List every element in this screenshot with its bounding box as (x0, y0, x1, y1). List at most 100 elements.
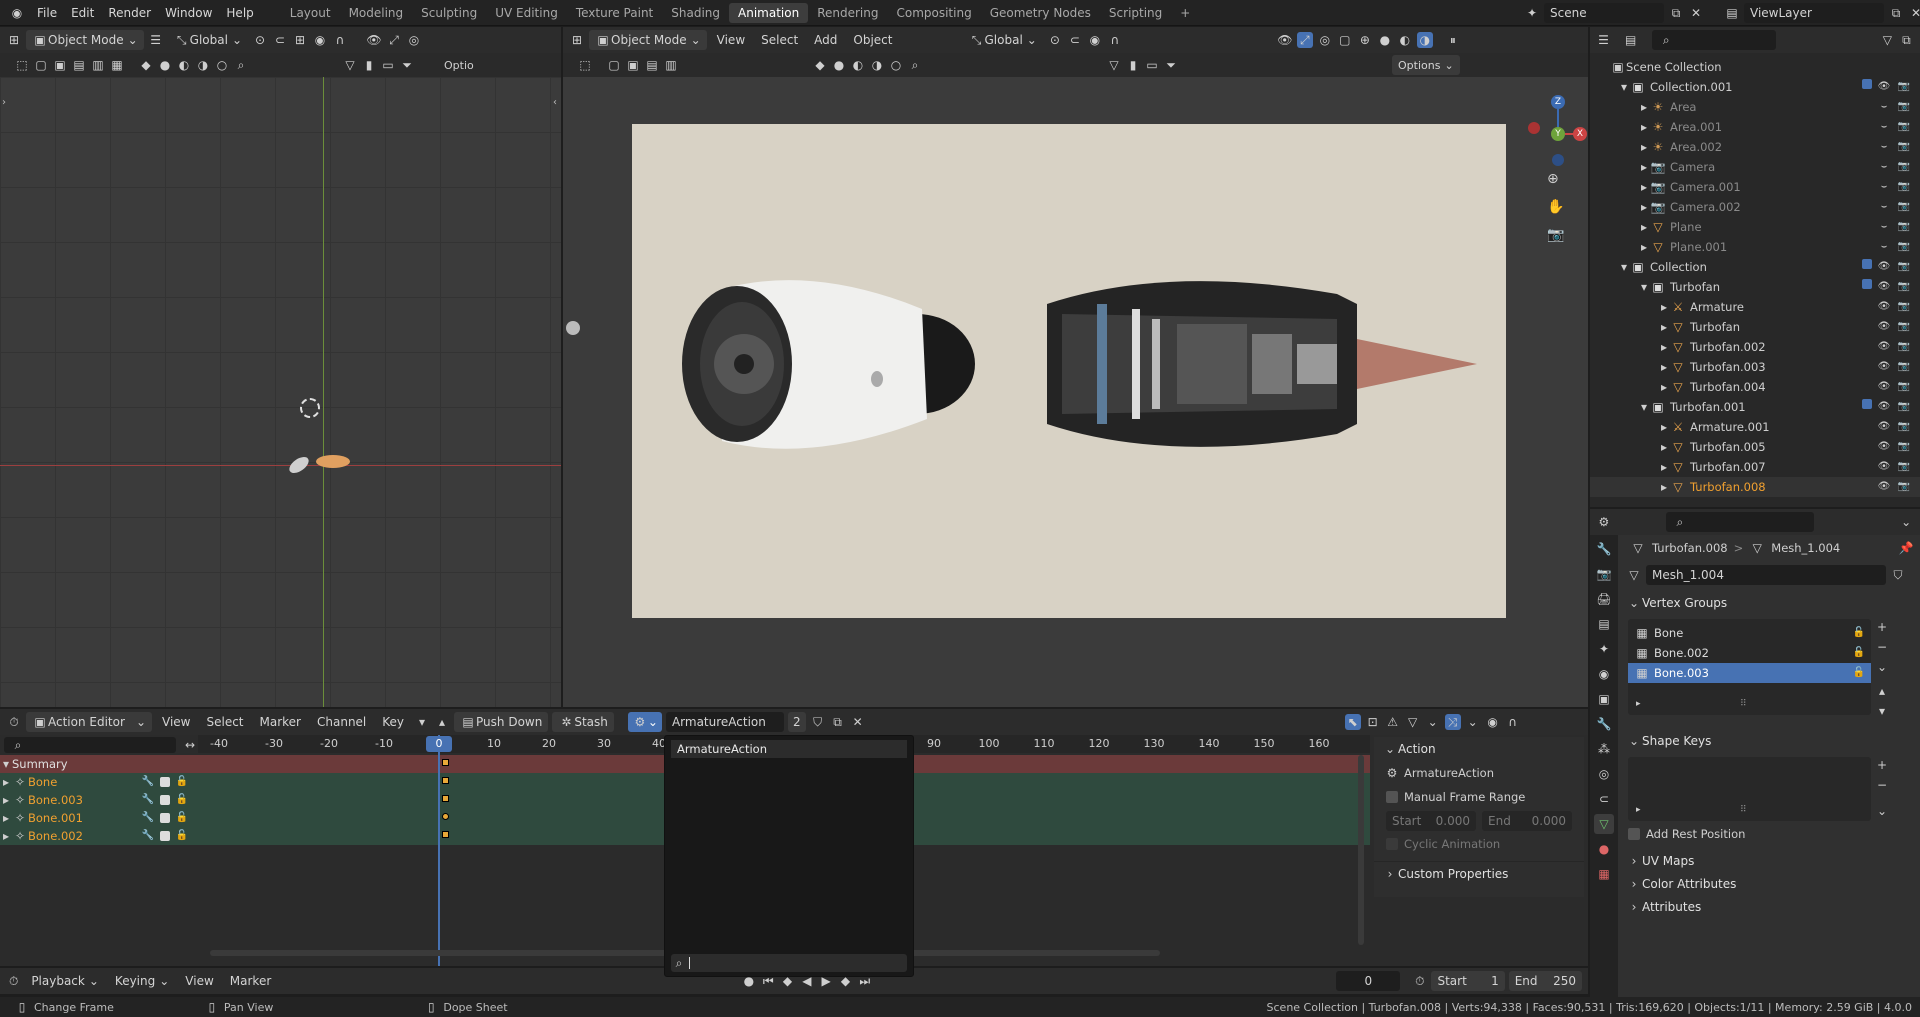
lock-icon[interactable]: 🔓 (174, 810, 190, 826)
solid-shading-icon[interactable]: ● (1377, 32, 1393, 48)
render-camera-icon[interactable]: 📷 (1896, 439, 1912, 455)
visibility-eye-icon[interactable]: ⌣ (1876, 99, 1892, 115)
output-tab-icon[interactable]: 🖨 (1594, 589, 1614, 609)
outliner-row[interactable]: ▸ ▽ Plane.001 ⌣ 📷 (1590, 237, 1920, 257)
falloff-icon[interactable]: ∩ (1107, 32, 1123, 48)
chevron-icon[interactable]: ▸ (1658, 419, 1670, 435)
viewlayer-field[interactable]: ViewLayer (1744, 3, 1884, 23)
editor-mode-dropdown[interactable]: ▣ Action Editor ⌄ (26, 712, 152, 732)
add-workspace-button[interactable]: + (1171, 3, 1199, 23)
menu-view[interactable]: View (156, 712, 196, 732)
object-mode-dropdown[interactable]: ▣ Object Mode ⌄ (589, 30, 707, 50)
render-camera-icon[interactable]: 📷 (1896, 239, 1912, 255)
visibility-eye-icon[interactable]: ⌣ (1876, 119, 1892, 135)
tab-shading[interactable]: Shading (662, 3, 729, 23)
outliner-row[interactable]: ▾ ▣ Turbofan 👁 📷 (1590, 277, 1920, 297)
overlay-icon[interactable]: ◎ (406, 32, 422, 48)
snap-icon[interactable]: ⊂ (272, 32, 288, 48)
bookmark-icon[interactable]: ▮ (1125, 57, 1141, 73)
material-shading-icon[interactable]: ◐ (1397, 32, 1413, 48)
render-camera-icon[interactable]: 📷 (1896, 459, 1912, 475)
render-camera-icon[interactable]: 📷 (1896, 259, 1912, 275)
modifier-icon[interactable]: 🔧 (140, 774, 156, 790)
expand-icon[interactable]: ▸ (0, 774, 12, 790)
chevron-icon[interactable]: ▸ (1658, 379, 1670, 395)
exclude-checkbox[interactable] (1862, 79, 1872, 89)
chevron-icon[interactable]: ▸ (1638, 139, 1650, 155)
visibility-eye-icon[interactable]: 👁 (1876, 379, 1892, 395)
render-camera-icon[interactable]: 📷 (1896, 319, 1912, 335)
mesh-name-field[interactable]: Mesh_1.004 (1646, 565, 1886, 585)
visibility-eye-icon[interactable]: 👁 (1876, 359, 1892, 375)
scene-field[interactable]: Scene (1544, 3, 1664, 23)
filter-dropdown-icon[interactable]: ⌄ (1425, 714, 1441, 730)
list-expand-icon[interactable]: ▸ (1636, 805, 1641, 815)
shape-key-specials-icon[interactable]: ⌄ (1874, 803, 1890, 819)
select-intersect-icon[interactable]: ▦ (109, 57, 125, 73)
object-tab-icon[interactable]: ▣ (1594, 689, 1614, 709)
filter-icon[interactable]: ▽ (1106, 57, 1122, 73)
mute-checkbox[interactable] (160, 831, 170, 841)
gizmo-y-axis[interactable]: Y (1551, 127, 1565, 141)
color-attributes-header[interactable]: › Color Attributes (1618, 872, 1737, 896)
visibility-icon[interactable]: 👁 (1277, 32, 1293, 48)
outliner-row[interactable]: ▾ ▣ Turbofan.001 👁 📷 (1590, 397, 1920, 417)
render-camera-icon[interactable]: 📷 (1896, 179, 1912, 195)
new-action-icon[interactable]: ⧉ (830, 714, 846, 730)
push-down-button[interactable]: ▤ Push Down (454, 712, 549, 732)
mute-checkbox[interactable] (160, 777, 170, 787)
render-icon[interactable]: ◑ (869, 57, 885, 73)
render-camera-icon[interactable]: 📷 (1896, 419, 1912, 435)
editor-type-icon[interactable]: ⚙ (1596, 514, 1612, 530)
funnel-icon[interactable]: ⏷ (1163, 57, 1179, 73)
editor-type-icon[interactable]: ⊞ (569, 32, 585, 48)
visibility-eye-icon[interactable]: ⌣ (1876, 139, 1892, 155)
end-frame-field[interactable]: End 250 (1508, 971, 1582, 991)
menu-add[interactable]: Add (808, 30, 843, 50)
lock-icon[interactable]: 🔓 (1851, 665, 1867, 681)
visibility-eye-icon[interactable]: 👁 (1876, 419, 1892, 435)
visibility-eye-icon[interactable]: ⌣ (1876, 219, 1892, 235)
hamburger-menu-icon[interactable]: ☰ (148, 32, 164, 48)
gizmo-neg-z[interactable] (1552, 154, 1564, 166)
delete-scene-icon[interactable]: ✕ (1688, 5, 1704, 21)
physics-tab-icon[interactable]: ◎ (1594, 764, 1614, 784)
wire-icon[interactable]: ○ (888, 57, 904, 73)
visibility-eye-icon[interactable]: 👁 (1876, 439, 1892, 455)
menu-help[interactable]: Help (219, 0, 260, 26)
layer-up-icon[interactable]: ▴ (434, 714, 450, 730)
chevron-icon[interactable]: ▸ (1658, 459, 1670, 475)
gizmo-icon[interactable]: ⤢ (1296, 32, 1313, 48)
tab-compositing[interactable]: Compositing (887, 3, 980, 23)
visibility-eye-icon[interactable]: ⌣ (1876, 199, 1892, 215)
move-up-icon[interactable]: ▴ (1874, 683, 1890, 699)
playback-menu[interactable]: Playback ⌄ (25, 971, 105, 991)
menu-window[interactable]: Window (158, 0, 219, 26)
chevron-icon[interactable]: ▸ (1638, 159, 1650, 175)
expand-icon[interactable]: ▸ (0, 792, 12, 808)
camera-view-icon[interactable]: 📷 (1547, 227, 1564, 243)
delete-viewlayer-icon[interactable]: ✕ (1908, 5, 1920, 21)
select-tool-icon[interactable]: ⬚ (14, 57, 30, 73)
expand-tools-icon[interactable]: › (2, 97, 6, 108)
proportional-edit-icon[interactable]: ◉ (312, 32, 328, 48)
expand-icon[interactable]: ▾ (0, 756, 12, 772)
rendered-shading-icon[interactable]: ◑ (1416, 32, 1433, 48)
outliner-row[interactable]: ▸ ⚔ Armature.001 👁 📷 (1590, 417, 1920, 437)
move-down-icon[interactable]: ▾ (1874, 703, 1890, 719)
lock-icon[interactable]: 🔓 (174, 774, 190, 790)
render-camera-icon[interactable]: 📷 (1896, 99, 1912, 115)
current-frame-field[interactable]: 0 (1336, 971, 1401, 991)
exclude-checkbox[interactable] (1862, 279, 1872, 289)
keyframe-bone[interactable] (442, 777, 449, 784)
render-camera-icon[interactable]: 📷 (1896, 479, 1912, 495)
visibility-eye-icon[interactable]: 👁 (1876, 319, 1892, 335)
select-box-icon[interactable]: ▢ (33, 57, 49, 73)
playhead-line[interactable] (438, 735, 440, 966)
pivot-icon[interactable]: ⊙ (1047, 32, 1063, 48)
chevron-icon[interactable]: ▸ (1638, 99, 1650, 115)
snap-icon[interactable]: ⊂ (1067, 32, 1083, 48)
visibility-eye-icon[interactable]: 👁 (1876, 299, 1892, 315)
lock-icon[interactable]: 🔓 (174, 792, 190, 808)
add-rest-position-checkbox[interactable] (1628, 828, 1640, 840)
